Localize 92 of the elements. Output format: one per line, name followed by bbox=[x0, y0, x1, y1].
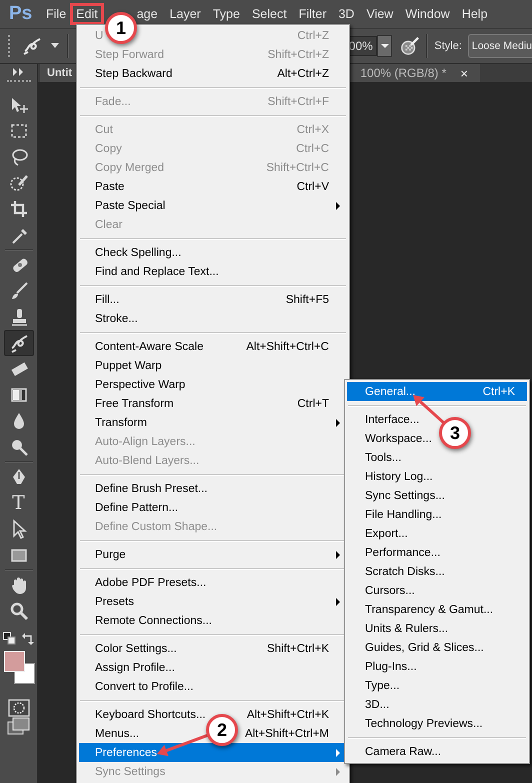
shortcut-text: Alt+Shift+Ctrl+M bbox=[244, 728, 329, 740]
menu-item[interactable]: 3D... bbox=[365, 698, 390, 710]
style-dropdown[interactable]: Loose Mediu bbox=[468, 34, 532, 58]
menu-item[interactable]: Plug-Ins... bbox=[365, 660, 417, 672]
zoom-icon bbox=[8, 601, 28, 621]
menu-item[interactable]: Interface... bbox=[365, 414, 420, 426]
shortcut-text: Ctrl+K bbox=[482, 386, 515, 398]
menu-item[interactable]: Perspective Warp bbox=[95, 378, 186, 390]
menu-item[interactable]: Scratch Disks... bbox=[365, 566, 445, 578]
collapse-icon[interactable] bbox=[12, 68, 24, 76]
shortcut-text: Alt+Shift+Ctrl+C bbox=[246, 340, 329, 352]
menu-item[interactable]: Type... bbox=[365, 680, 400, 692]
menu-item[interactable]: File Handling... bbox=[365, 508, 442, 520]
quick-mask-icon[interactable] bbox=[8, 699, 30, 717]
shortcut-text: Ctrl+Z bbox=[297, 30, 329, 42]
shortcut-text: Shift+Ctrl+K bbox=[267, 642, 329, 654]
menu-item[interactable]: Type bbox=[206, 5, 246, 23]
shortcut-text: Shift+Ctrl+F bbox=[268, 96, 329, 108]
type-tool[interactable]: T bbox=[4, 490, 34, 516]
swap-icon[interactable] bbox=[22, 632, 34, 645]
menu-item[interactable]: Tools... bbox=[365, 452, 402, 464]
crop-icon bbox=[8, 199, 28, 219]
menu-item[interactable]: Sync Settings... bbox=[365, 490, 445, 502]
color-swatches-drawing[interactable] bbox=[2, 651, 34, 687]
menu-item[interactable]: Select bbox=[246, 5, 293, 23]
app-logo: Ps bbox=[9, 3, 34, 25]
menu-item[interactable]: Keyboard Shortcuts... bbox=[95, 708, 206, 720]
quick-selection-icon bbox=[8, 173, 28, 193]
menu-item[interactable]: Camera Raw... bbox=[365, 746, 442, 758]
menu-item[interactable]: Presets bbox=[95, 596, 134, 608]
shortcut-text: Shift+F5 bbox=[286, 294, 329, 306]
shortcut-text: Ctrl+C bbox=[296, 142, 329, 154]
menu-item[interactable]: Adobe PDF Presets... bbox=[95, 576, 206, 588]
menu-item[interactable]: age bbox=[136, 5, 164, 23]
menu-item[interactable]: Transform bbox=[95, 416, 147, 428]
airbrush-icon[interactable] bbox=[400, 35, 420, 57]
shortcut-text: Ctrl+X bbox=[296, 124, 329, 136]
menu-item[interactable]: Cursors... bbox=[365, 584, 415, 596]
menu-item[interactable]: Content-Aware Scale bbox=[95, 340, 204, 352]
menu-item[interactable]: Units & Rulers... bbox=[365, 622, 448, 634]
menu-item[interactable]: Export... bbox=[365, 528, 408, 540]
menu-item[interactable]: Help bbox=[456, 5, 494, 23]
caret-icon[interactable] bbox=[51, 43, 59, 49]
shortcut-text: Alt+Shift+Ctrl+K bbox=[246, 708, 329, 720]
menu-item[interactable]: Performance... bbox=[365, 546, 440, 558]
style-label: Style: bbox=[434, 40, 462, 52]
brush-icon bbox=[8, 333, 28, 353]
menu-item[interactable]: Convert to Profile... bbox=[95, 680, 194, 692]
menu-item[interactable]: Paste Special bbox=[95, 200, 166, 212]
tab-title: Untit bbox=[47, 67, 72, 79]
menu-item[interactable]: Guides, Grid & Slices... bbox=[365, 642, 484, 654]
menu-item[interactable]: Color Settings... bbox=[95, 642, 177, 654]
grip-handle[interactable] bbox=[8, 35, 13, 57]
dropdown-button[interactable] bbox=[376, 35, 392, 57]
menu-item[interactable]: Find and Replace Text... bbox=[95, 266, 219, 278]
menu-item[interactable]: General... Ctrl+K bbox=[347, 382, 527, 401]
menu-item[interactable]: View bbox=[360, 5, 400, 23]
menu-item[interactable]: Window bbox=[399, 5, 456, 23]
menu-item[interactable]: Preferences bbox=[79, 743, 347, 762]
menu-item[interactable]: Purge bbox=[95, 548, 126, 560]
shortcut-text: Shift+Ctrl+C bbox=[266, 162, 329, 174]
default-colors-icon[interactable] bbox=[2, 632, 16, 645]
menu-item[interactable]: Edit bbox=[72, 5, 102, 23]
shortcut-text: Ctrl+V bbox=[296, 180, 329, 192]
menu-item[interactable]: File bbox=[40, 5, 72, 23]
menu-item[interactable]: Puppet Warp bbox=[95, 360, 162, 372]
menu-item[interactable]: Technology Previews... bbox=[365, 718, 483, 730]
tab-title: 100% (RGB/8) * bbox=[360, 66, 446, 80]
menu-item[interactable]: Paste bbox=[95, 180, 124, 192]
menu-item[interactable]: History Log... bbox=[365, 470, 433, 482]
menu-item[interactable]: Workspace... bbox=[365, 432, 432, 444]
menu-item[interactable]: Define Brush Preset... bbox=[95, 482, 208, 494]
menu-item[interactable]: 3D bbox=[332, 5, 360, 23]
menu-item[interactable]: Transparency & Gamut... bbox=[365, 604, 494, 616]
menu-item[interactable]: Filter bbox=[292, 5, 332, 23]
shortcut-text: Ctrl+T bbox=[297, 398, 329, 410]
tool-button[interactable] bbox=[4, 330, 34, 356]
menu-item[interactable]: Layer bbox=[164, 5, 207, 23]
menu-item[interactable]: Define Pattern... bbox=[95, 502, 178, 514]
shortcut-text: Shift+Ctrl+Z bbox=[268, 48, 329, 60]
menu-item[interactable]: Menus... bbox=[95, 728, 140, 740]
menu-item[interactable]: Assign Profile... bbox=[95, 662, 175, 674]
menu-item[interactable]: Remote Connections... bbox=[95, 614, 212, 626]
menu-item[interactable]: Stroke... bbox=[95, 312, 138, 324]
shortcut-text: Alt+Ctrl+Z bbox=[277, 68, 329, 80]
menu-item[interactable]: Step Backward bbox=[95, 68, 172, 80]
caret-icon bbox=[380, 44, 389, 48]
menu-item[interactable]: Check Spelling... bbox=[95, 246, 182, 258]
menu-item[interactable]: Free Transform bbox=[95, 398, 174, 410]
menu-item[interactable]: Fill... bbox=[95, 294, 120, 306]
close-button[interactable]: × bbox=[460, 66, 468, 80]
screen-mode-icon[interactable] bbox=[6, 717, 30, 737]
